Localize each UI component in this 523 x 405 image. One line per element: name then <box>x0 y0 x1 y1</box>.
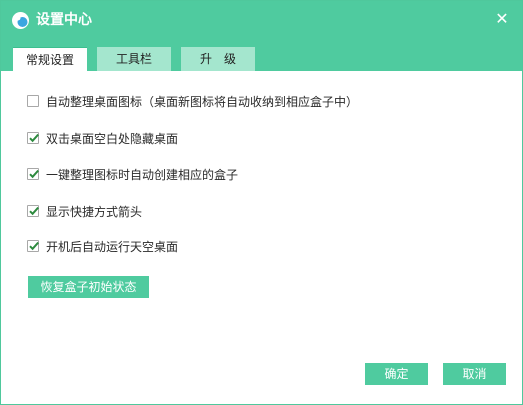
close-icon[interactable]: ✕ <box>495 9 508 28</box>
option-label: 自动整理桌面图标（桌面新图标将自动收纳到相应盒子中） <box>46 95 359 109</box>
ok-button[interactable]: 确定 <box>365 363 428 385</box>
option-label: 显示快捷方式箭头 <box>46 205 143 219</box>
checkbox-show-shortcut-arrow[interactable] <box>27 205 39 217</box>
cancel-button[interactable]: 取消 <box>443 363 506 385</box>
close-button[interactable]: ✕ <box>492 9 512 29</box>
option-label: 一键整理图标时自动创建相应的盒子 <box>46 168 239 182</box>
checkmark-icon <box>29 169 39 179</box>
checkmark-icon <box>29 206 39 216</box>
tab-bar: 常规设置 工具栏 升 级 <box>1 47 522 71</box>
tab-label: 常规设置 <box>25 53 74 67</box>
checkbox-auto-arrange-icons[interactable] <box>27 95 39 107</box>
tab-label: 工具栏 <box>115 52 152 66</box>
checkbox-double-click-hide-desktop[interactable] <box>27 132 39 144</box>
checkmark-icon <box>29 133 39 143</box>
option-label: 双击桌面空白处隐藏桌面 <box>46 132 179 146</box>
app-logo-icon <box>12 12 29 29</box>
tab-label: 升 级 <box>199 52 236 66</box>
tab-upgrade[interactable]: 升 级 <box>181 47 255 71</box>
settings-window: 设置中心 ✕ 常规设置 工具栏 升 级 自动整理桌面图标（桌面新图标将自动收纳到… <box>0 0 523 405</box>
option-label: 开机后自动运行天空桌面 <box>46 240 179 254</box>
checkbox-run-on-startup[interactable] <box>27 240 39 252</box>
general-settings-panel: 自动整理桌面图标（桌面新图标将自动收纳到相应盒子中） 双击桌面空白处隐藏桌面 一… <box>1 71 522 404</box>
tab-toolbar[interactable]: 工具栏 <box>97 47 171 71</box>
tab-general-settings[interactable]: 常规设置 <box>13 47 87 71</box>
window-title: 设置中心 <box>36 12 92 28</box>
title-bar[interactable]: 设置中心 ✕ 常规设置 工具栏 升 级 <box>1 1 522 71</box>
checkmark-icon <box>29 241 39 251</box>
checkbox-auto-create-boxes[interactable] <box>27 168 39 180</box>
restore-boxes-button[interactable]: 恢复盒子初始状态 <box>28 276 149 298</box>
